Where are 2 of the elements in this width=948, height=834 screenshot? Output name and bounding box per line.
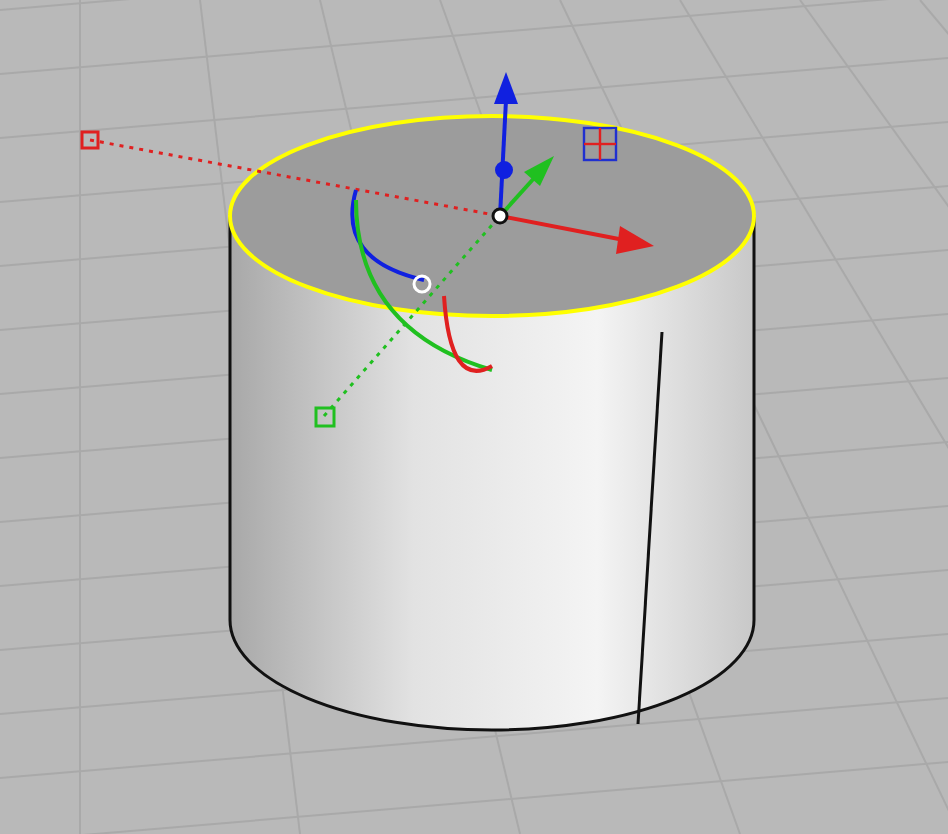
top-edge[interactable]	[228, 114, 756, 318]
gumball-drawing[interactable]	[80, 72, 654, 428]
